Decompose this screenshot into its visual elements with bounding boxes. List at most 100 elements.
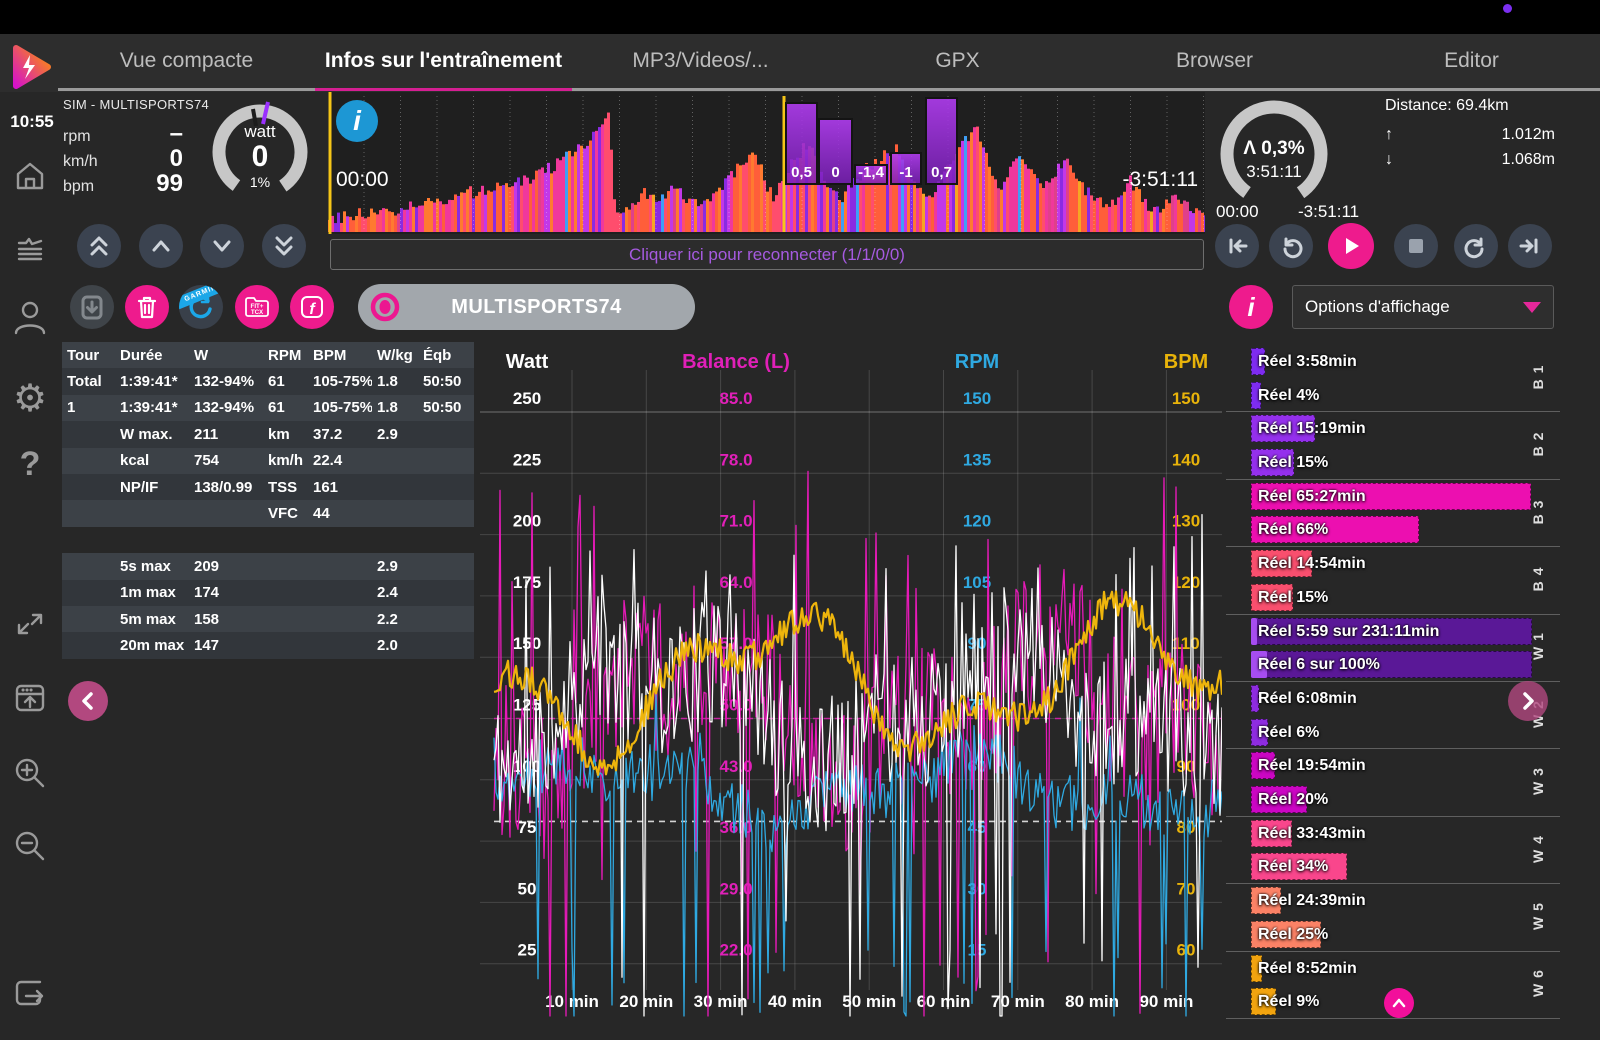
settings-gear-icon[interactable]: ⚙ xyxy=(10,378,50,418)
tab-0[interactable]: Vue compacte xyxy=(58,34,315,88)
zone-label: Réel 25% xyxy=(1258,919,1328,950)
zone-label: Réel 15% xyxy=(1258,582,1328,613)
zoom-out-icon[interactable] xyxy=(10,826,50,866)
table-row: 5m max1582.2 xyxy=(62,606,474,632)
svg-text:250: 250 xyxy=(513,389,541,408)
tab-1[interactable]: Infos sur l'entraînement xyxy=(315,34,572,88)
table-header-cell: Éqb xyxy=(418,347,474,364)
facebook-glyph: f xyxy=(309,301,316,318)
metric-value: 0 xyxy=(170,145,183,173)
home-icon[interactable] xyxy=(10,156,50,196)
workout-list-icon[interactable] xyxy=(10,230,50,270)
export-fit-tcx-button[interactable]: FIT+ TCX xyxy=(235,285,279,329)
table-row: Total1:39:41*132-94%61105-75%1.850:50 xyxy=(62,368,474,394)
display-options-dropdown[interactable]: Options d'affichage xyxy=(1292,285,1554,329)
zone-row: Réel 65:27min xyxy=(1251,481,1551,514)
table-cell: VFC xyxy=(263,505,308,522)
watt-gauge-value: 0 xyxy=(206,140,314,174)
table-cell: 2.9 xyxy=(372,558,418,575)
info-button-pink[interactable]: i xyxy=(1229,285,1273,329)
descent-arrow-icon: ↓ xyxy=(1385,151,1393,176)
download-button[interactable] xyxy=(70,285,114,329)
svg-text:25: 25 xyxy=(518,941,537,960)
workout-name: MULTISPORTS74 xyxy=(408,296,695,319)
double-up-chevron-button[interactable] xyxy=(77,224,121,268)
zone-group-label: W 6 xyxy=(1530,961,1546,1005)
tab-3[interactable]: GPX xyxy=(829,34,1086,88)
table-row: kcal754km/h22.4 xyxy=(62,448,474,474)
table-cell: 754 xyxy=(189,452,263,469)
scroll-up-button[interactable] xyxy=(1384,988,1414,1018)
facebook-share-button[interactable]: f xyxy=(290,285,334,329)
zone-label: Réel 5:59 sur 231:11min xyxy=(1258,616,1439,647)
reset-button[interactable] xyxy=(1269,224,1313,268)
stop-button[interactable] xyxy=(1394,224,1438,268)
table-cell: 2.2 xyxy=(372,611,418,628)
table-cell: kcal xyxy=(115,452,189,469)
live-metric-row: km/h0 xyxy=(63,145,183,170)
garmin-sync-button[interactable]: GARMIN xyxy=(179,285,223,329)
table-cell: 174 xyxy=(189,584,263,601)
zone-label: Réel 6% xyxy=(1258,717,1319,748)
workout-name-pill[interactable]: MULTISPORTS74 xyxy=(358,284,695,330)
ascent-arrow-icon: ↑ xyxy=(1385,126,1393,151)
tab-5[interactable]: Editor xyxy=(1343,34,1600,88)
zone-label: Réel 66% xyxy=(1258,514,1328,545)
table-cell: km xyxy=(263,426,308,443)
refresh-button[interactable] xyxy=(1454,224,1498,268)
metric-value: 99 xyxy=(156,170,183,198)
metric-label: bpm xyxy=(63,178,94,196)
zone-row: Réel 66% xyxy=(1251,514,1551,547)
play-button[interactable] xyxy=(1328,223,1374,269)
table-cell: Total xyxy=(62,373,115,390)
fullscreen-icon[interactable] xyxy=(10,604,50,644)
table-cell: 132-94% xyxy=(189,373,263,390)
svg-text:85.0: 85.0 xyxy=(719,389,752,408)
display-options-label: Options d'affichage xyxy=(1305,297,1450,317)
double-down-chevron-button[interactable] xyxy=(262,224,306,268)
down-chevron-button[interactable] xyxy=(200,224,244,268)
training-data-chart[interactable]: Watt250225200175150125100755025Balance (… xyxy=(480,340,1222,1020)
delete-button[interactable] xyxy=(125,285,169,329)
user-icon[interactable] xyxy=(10,298,50,338)
zone-row: Réel 3:58min xyxy=(1251,346,1551,379)
collapse-left-panel-button[interactable] xyxy=(68,681,108,721)
table-cell: 20m max xyxy=(115,637,189,654)
tab-underline-active xyxy=(315,88,572,91)
table-header-cell: RPM xyxy=(263,347,308,364)
up-chevron-button[interactable] xyxy=(139,224,183,268)
zone-group-label: B 2 xyxy=(1530,422,1546,466)
zone-row: Réel 4% xyxy=(1251,380,1551,413)
zone-label: Réel 6 sur 100% xyxy=(1258,649,1380,680)
zone-label: Réel 8:52min xyxy=(1258,953,1357,984)
zone-label: Réel 14:54min xyxy=(1258,548,1366,579)
tab-4[interactable]: Browser xyxy=(1086,34,1343,88)
expand-right-panel-button[interactable] xyxy=(1508,681,1548,721)
elevation-profile-chart[interactable] xyxy=(328,92,1205,234)
exit-icon[interactable] xyxy=(10,972,50,1012)
tab-2[interactable]: MP3/Videos/... xyxy=(572,34,829,88)
window-upload-icon[interactable] xyxy=(10,678,50,718)
elapsed-time: 00:00 xyxy=(336,168,389,192)
skip-to-end-button[interactable] xyxy=(1508,224,1552,268)
table-row: NP/IF138/0.99TSS161 xyxy=(62,474,474,500)
ascent-value: 1.012m xyxy=(1502,126,1555,151)
svg-text:90: 90 xyxy=(968,634,987,653)
table-row: VFC44 xyxy=(62,500,474,526)
zone-group-label: B 3 xyxy=(1530,490,1546,534)
zone-row: Réel 15% xyxy=(1251,582,1551,615)
tcx-text: TCX xyxy=(251,309,264,316)
info-button-blue[interactable]: i xyxy=(336,100,378,142)
skip-to-start-button[interactable] xyxy=(1215,224,1259,268)
zone-group-label: W 1 xyxy=(1530,624,1546,668)
reconnect-banner[interactable]: Cliquer ici pour reconnecter (1/1/0/0) xyxy=(330,239,1204,270)
trainer-source-label: SIM - MULTISPORTS74 xyxy=(63,97,209,112)
zoom-in-icon[interactable] xyxy=(10,753,50,793)
watt-gauge-sub: 1% xyxy=(206,174,314,190)
table-row: W max.211km37.22.9 xyxy=(62,421,474,447)
zone-label: Réel 3:58min xyxy=(1258,346,1357,377)
svg-text:30: 30 xyxy=(968,879,987,898)
table-cell: 2.4 xyxy=(372,584,418,601)
help-icon[interactable]: ? xyxy=(10,444,50,484)
zone-label: Réel 6:08min xyxy=(1258,683,1357,714)
